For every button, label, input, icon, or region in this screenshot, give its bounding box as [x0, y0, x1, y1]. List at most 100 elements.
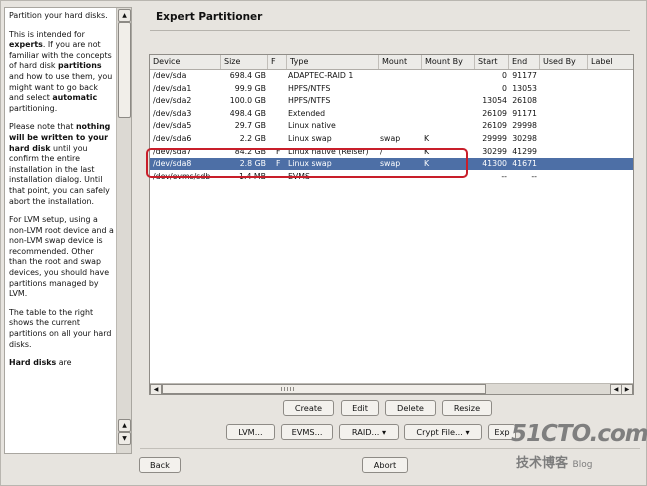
table-header: Device Size F Type Mount Mount By Start … — [150, 55, 633, 70]
raid-label: RAID... — [351, 427, 380, 437]
help-paragraph-note: Please note that nothing will be written… — [9, 122, 114, 207]
grip-icon — [281, 387, 295, 391]
scroll-thumb[interactable] — [162, 384, 486, 394]
column-header-size[interactable]: Size — [221, 55, 268, 69]
scroll-right-icon[interactable]: ▶ — [621, 384, 633, 394]
help-text-span: Please note that — [9, 122, 76, 132]
table-row[interactable]: /dev/sda1 99.9 GB HPFS/NTFS 0 13053 — [150, 83, 633, 95]
create-button[interactable]: Create — [283, 400, 334, 416]
table-row[interactable]: /dev/sda 698.4 GB ADAPTEC-RAID 1 0 91177 — [150, 70, 633, 82]
cell-start: 0 — [502, 83, 507, 93]
column-header-f[interactable]: F — [268, 55, 287, 69]
cell-start: 41300 — [482, 159, 507, 169]
partition-table[interactable]: Device Size F Type Mount Mount By Start … — [149, 54, 634, 395]
abort-label: Abort — [373, 460, 397, 470]
cell-start: 26109 — [482, 121, 507, 131]
scroll-down-icon[interactable]: ▼ — [118, 432, 131, 445]
lvm-button[interactable]: LVM... — [226, 424, 275, 440]
cell-end: 91171 — [512, 108, 537, 118]
resize-button[interactable]: Resize — [442, 400, 492, 416]
column-header-end[interactable]: End — [509, 55, 540, 69]
cell-type: HPFS/NTFS — [288, 96, 331, 106]
cell-device: /dev/sda — [153, 71, 187, 80]
scroll-thumb[interactable] — [118, 22, 131, 118]
crypt-file-button[interactable]: Crypt File... ▾ — [404, 424, 482, 440]
cell-size: 2.2 GB — [239, 134, 266, 143]
help-paragraph-lvm: For LVM setup, using a non-LVM root devi… — [9, 215, 114, 300]
help-paragraph-intro: Partition your hard disks. — [9, 11, 114, 22]
back-button[interactable]: Back — [139, 457, 181, 473]
raid-button[interactable]: RAID... ▾ — [339, 424, 399, 440]
column-header-start[interactable]: Start — [475, 55, 509, 69]
evms-label: EVMS... — [291, 427, 323, 437]
cell-end: 13053 — [512, 83, 537, 93]
help-text-span: Partition your hard disks. — [9, 11, 108, 20]
cell-mountby: K — [424, 134, 430, 143]
cell-end: 91177 — [512, 71, 537, 80]
cell-mount — [380, 120, 422, 132]
table-row[interactable]: /dev/sda2 100.0 GB HPFS/NTFS 13054 26108 — [150, 95, 633, 107]
cell-type: ADAPTEC-RAID 1 — [288, 71, 354, 80]
cell-mountby — [424, 120, 464, 132]
cell-size: 29.7 GB — [234, 121, 266, 131]
help-scrollbar[interactable]: ▲ ▲ ▼ — [116, 8, 131, 453]
help-bold: Hard disks — [9, 358, 57, 368]
cell-type: Linux native — [288, 121, 336, 131]
cell-start: 26109 — [482, 108, 507, 118]
scroll-up-icon[interactable]: ▲ — [118, 419, 131, 432]
cell-end: -- — [531, 171, 537, 181]
cell-start: -- — [501, 171, 507, 181]
scroll-up-icon[interactable]: ▲ — [118, 9, 131, 22]
help-text-span: The table to the right shows the current… — [9, 307, 112, 349]
help-paragraph-experts: This is intended for experts. If you are… — [9, 30, 114, 115]
title-divider — [150, 30, 630, 31]
help-text-span: This is intended for — [9, 29, 85, 39]
footer-divider — [140, 448, 640, 449]
watermark-logo: 51CTO.com — [511, 421, 647, 447]
table-row[interactable]: /dev/sda6 2.2 GB Linux swap swap K 29999 30298 — [150, 133, 633, 145]
dropdown-arrow-icon: ▾ — [381, 427, 387, 437]
column-header-device[interactable]: Device — [150, 55, 221, 69]
help-bold: automatic — [52, 93, 98, 103]
cell-type: Extended — [288, 108, 326, 118]
edit-button[interactable]: Edit — [341, 400, 379, 416]
highlight-annotation — [146, 148, 468, 178]
scroll-left-icon[interactable]: ◀ — [150, 384, 162, 394]
column-header-type[interactable]: Type — [287, 55, 379, 69]
cell-mount — [380, 70, 422, 82]
cell-mountby — [424, 95, 464, 107]
cell-device: /dev/sda6 — [153, 134, 192, 143]
table-hscrollbar[interactable]: ◀ ◀ ▶ — [150, 383, 633, 394]
help-text-span: partitioning. — [9, 103, 58, 113]
cell-f — [276, 83, 286, 95]
help-text-span: are — [56, 358, 72, 368]
lvm-label: LVM... — [238, 427, 263, 437]
column-header-mount[interactable]: Mount — [379, 55, 422, 69]
cell-f — [276, 120, 286, 132]
cell-f — [276, 108, 286, 120]
cell-start: 29999 — [482, 134, 507, 143]
table-row[interactable]: /dev/sda3 498.4 GB Extended 26109 91171 — [150, 108, 633, 120]
cell-device: /dev/sda2 — [153, 96, 192, 106]
cell-device: /dev/sda1 — [153, 83, 192, 93]
table-row[interactable]: /dev/sda5 29.7 GB Linux native 26109 29998 — [150, 120, 633, 132]
evms-button[interactable]: EVMS... — [281, 424, 333, 440]
delete-button[interactable]: Delete — [385, 400, 436, 416]
column-header-label[interactable]: Label — [588, 55, 633, 69]
delete-label: Delete — [397, 403, 424, 413]
cell-mount: swap — [380, 134, 401, 143]
cell-mount — [380, 95, 422, 107]
help-pane: Partition your hard disks. This is inten… — [4, 7, 132, 454]
cell-end: 41671 — [512, 159, 537, 169]
cell-f — [276, 95, 286, 107]
cell-end: 30298 — [512, 134, 537, 143]
cell-f — [276, 133, 286, 145]
column-header-used-by[interactable]: Used By — [540, 55, 588, 69]
cell-type: Linux swap — [288, 134, 332, 143]
edit-label: Edit — [352, 403, 368, 413]
cell-mount — [380, 83, 422, 95]
cell-end: 29998 — [512, 121, 537, 131]
help-text-span: For LVM setup, using a non-LVM root devi… — [9, 215, 114, 299]
abort-button[interactable]: Abort — [362, 457, 408, 473]
column-header-mount-by[interactable]: Mount By — [422, 55, 475, 69]
